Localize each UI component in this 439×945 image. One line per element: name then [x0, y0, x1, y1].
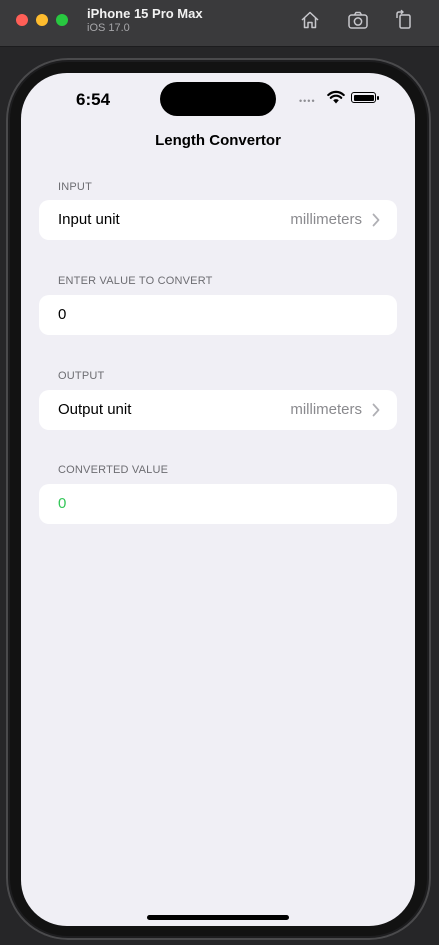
minimize-window-button[interactable]: [36, 14, 48, 26]
input-unit-picker[interactable]: Input unit millimeters: [39, 200, 397, 240]
value-input-field[interactable]: 0: [39, 295, 397, 335]
cellular-signal-icon: ••••: [299, 96, 316, 106]
converted-value: 0: [58, 495, 67, 512]
device-screen: 6:54 •••• Length Convertor INPUT Input u…: [21, 73, 415, 926]
output-section-header: OUTPUT: [58, 370, 105, 382]
rotate-icon[interactable]: [393, 9, 415, 31]
converted-section-header: CONVERTED VALUE: [58, 464, 169, 476]
close-window-button[interactable]: [16, 14, 28, 26]
zoom-window-button[interactable]: [56, 14, 68, 26]
converted-value-row: 0: [39, 484, 397, 524]
chevron-right-icon: [372, 213, 380, 227]
enter-value-section-header: ENTER VALUE TO CONVERT: [58, 275, 213, 287]
battery-icon: [351, 92, 379, 103]
os-version: iOS 17.0: [87, 22, 130, 34]
home-indicator[interactable]: [147, 915, 289, 920]
input-section-header: INPUT: [58, 181, 92, 193]
device-name: iPhone 15 Pro Max: [87, 6, 203, 21]
chevron-right-icon: [372, 403, 380, 417]
camera-icon[interactable]: [347, 9, 369, 31]
value-input-text[interactable]: 0: [58, 306, 66, 323]
output-unit-value: millimeters: [290, 401, 362, 418]
output-unit-picker[interactable]: Output unit millimeters: [39, 390, 397, 430]
status-icons: ••••: [299, 90, 381, 106]
simulator-titlebar: iPhone 15 Pro Max iOS 17.0: [0, 0, 439, 47]
page-title: Length Convertor: [155, 132, 281, 149]
dynamic-island: [160, 82, 276, 116]
input-unit-value: millimeters: [290, 211, 362, 228]
home-icon[interactable]: [299, 9, 321, 31]
status-time: 6:54: [76, 90, 111, 109]
output-unit-label: Output unit: [58, 401, 132, 418]
input-unit-label: Input unit: [58, 211, 120, 228]
wifi-icon: [327, 90, 345, 104]
